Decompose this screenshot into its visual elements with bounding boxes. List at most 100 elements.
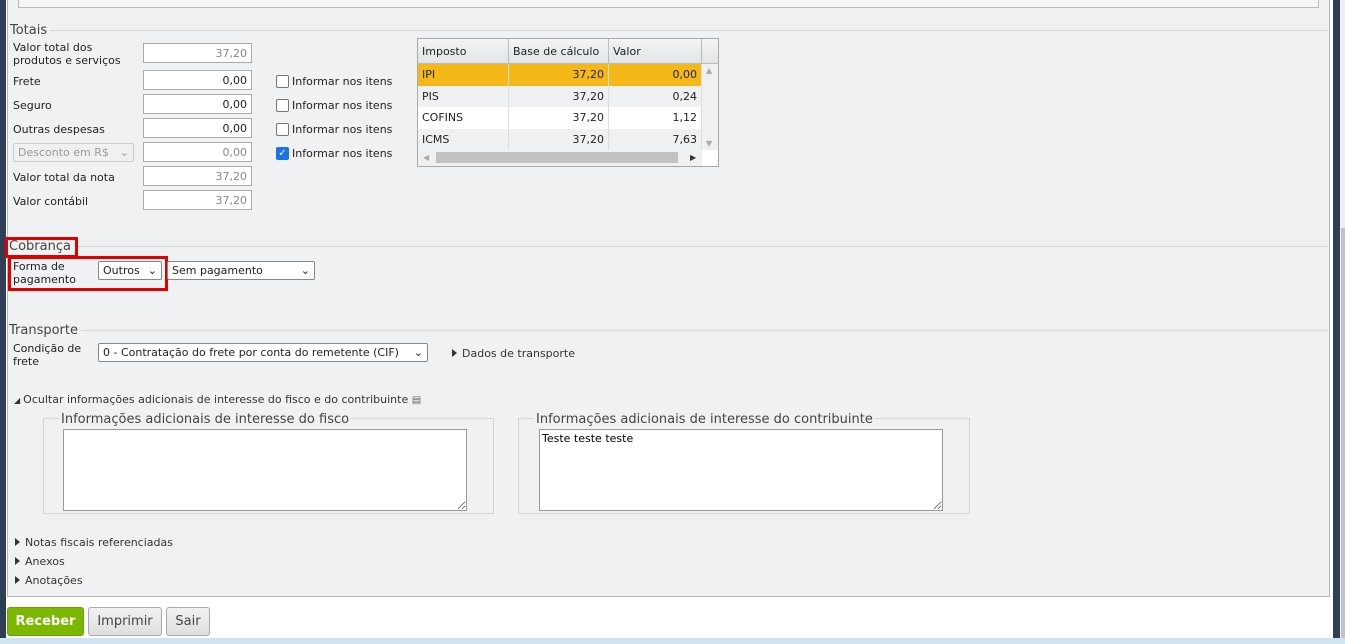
ocultar-info-toggle[interactable]: ◢ Ocultar informações adicionais de inter…: [14, 393, 421, 406]
cell: ICMS: [418, 128, 509, 150]
left-frame-edge: [0, 0, 6, 640]
select-value: Sem pagamento: [172, 264, 263, 277]
chevron-down-icon: ⌄: [147, 264, 157, 277]
arrow-left-icon[interactable]: ◀: [423, 153, 429, 162]
bottom-strip: [0, 638, 1345, 644]
checkbox-icon: [276, 99, 289, 112]
cell: 0,24: [609, 85, 702, 107]
anotacoes-toggle[interactable]: Anotações: [15, 574, 83, 587]
valor-total-nota-field[interactable]: [143, 166, 252, 186]
col-valor[interactable]: Valor: [609, 39, 702, 63]
toggle-label: Anexos: [25, 555, 65, 568]
table-vscroll[interactable]: ▲ ▼: [702, 64, 718, 150]
document-icon: ▤: [411, 395, 422, 406]
hscroll-thumb[interactable]: [436, 152, 678, 163]
annotation-highlight: [5, 237, 78, 258]
forma-pagamento-select[interactable]: Outros ⌄: [98, 261, 162, 280]
caret-right-icon: [15, 538, 20, 546]
table-row[interactable]: IPI 37,20 0,00: [418, 64, 718, 86]
seguro-field[interactable]: [143, 94, 252, 114]
checkmark-icon: ✓: [276, 147, 289, 160]
toggle-label: Notas fiscais referenciadas: [25, 536, 173, 549]
tax-table: Imposto Base de cálculo Valor IPI 37,20 0,…: [417, 38, 719, 167]
fisco-textarea[interactable]: [63, 429, 467, 511]
label-condicao-frete: Condição de frete: [13, 342, 82, 368]
caret-right-icon: [15, 557, 20, 565]
pagamento-select[interactable]: Sem pagamento ⌄: [167, 261, 315, 280]
label-valor-contabil: Valor contábil: [13, 195, 89, 208]
cell: IPI: [418, 64, 509, 86]
scrollbar-thumb[interactable]: [1341, 228, 1345, 638]
desconto-type-select[interactable]: Desconto em R$ ⌄: [13, 143, 134, 162]
checkbox-icon: [276, 123, 289, 136]
section-title-totais: Totais: [10, 23, 51, 38]
desconto-informar-checkbox[interactable]: ✓ Informar nos itens: [276, 147, 392, 160]
frete-informar-checkbox[interactable]: Informar nos itens: [276, 75, 392, 88]
right-frame-edge: [1333, 0, 1340, 640]
caret-right-icon: [15, 576, 20, 584]
select-value: 0 - Contratação do frete por conta do re…: [103, 346, 399, 359]
outras-despesas-field[interactable]: [143, 118, 252, 138]
select-value: Outros: [103, 264, 140, 277]
cell: 37,20: [509, 85, 609, 107]
dados-transporte-link[interactable]: Dados de transporte: [452, 347, 575, 360]
table-row[interactable]: COFINS 37,20 1,12: [418, 107, 718, 129]
cell: 1,12: [609, 107, 702, 129]
valor-produtos-field[interactable]: [143, 43, 252, 63]
toggle-label: Anotações: [25, 574, 83, 587]
arrow-right-icon[interactable]: ▶: [690, 153, 696, 162]
section-title-transporte: Transporte: [9, 323, 81, 338]
anexos-toggle[interactable]: Anexos: [15, 555, 65, 568]
frete-field[interactable]: [143, 70, 252, 90]
table-row[interactable]: PIS 37,20 0,24: [418, 85, 718, 107]
col-imposto[interactable]: Imposto: [418, 39, 509, 63]
table-hscroll[interactable]: ◀ ▶: [418, 150, 702, 166]
label-seguro: Seguro: [13, 99, 52, 112]
divider: [10, 330, 1328, 331]
notas-referenciadas-toggle[interactable]: Notas fiscais referenciadas: [15, 536, 173, 549]
cell: COFINS: [418, 107, 509, 129]
table-row[interactable]: ICMS 37,20 7,63: [418, 128, 718, 150]
label-frete: Frete: [13, 75, 41, 88]
desconto-field[interactable]: [143, 142, 252, 162]
chevron-down-icon: ⌄: [119, 146, 129, 159]
checkbox-label: Informar nos itens: [292, 99, 393, 112]
receber-button[interactable]: Receber: [7, 607, 84, 636]
checkbox-label: Informar nos itens: [292, 123, 393, 136]
cell: PIS: [418, 85, 509, 107]
checkbox-label: Informar nos itens: [292, 75, 393, 88]
sair-button[interactable]: Sair: [166, 607, 210, 636]
chevron-down-icon: ⌄: [300, 264, 310, 277]
table-header: Imposto Base de cálculo Valor: [418, 39, 718, 64]
divider: [10, 246, 1328, 247]
arrow-up-icon[interactable]: ▲: [706, 66, 712, 75]
chevron-down-icon: ⌄: [413, 346, 423, 359]
col-base[interactable]: Base de cálculo: [509, 39, 609, 63]
caret-down-icon: ◢: [14, 396, 21, 405]
cell: 37,20: [509, 64, 609, 86]
cell: 37,20: [509, 107, 609, 129]
caret-right-icon: [452, 349, 457, 357]
outras-informar-checkbox[interactable]: Informar nos itens: [276, 123, 392, 136]
contribuinte-title: Informações adicionais de interesse do c…: [534, 412, 875, 427]
select-value: Desconto em R$: [18, 146, 109, 159]
label-valor-produtos: Valor total dos produtos e serviços: [13, 41, 121, 67]
link-label: Dados de transporte: [462, 347, 575, 360]
seguro-informar-checkbox[interactable]: Informar nos itens: [276, 99, 392, 112]
toggle-label: Ocultar informações adicionais de intere…: [23, 393, 409, 406]
label-valor-total-nota: Valor total da nota: [13, 171, 115, 184]
contribuinte-textarea[interactable]: Teste teste teste: [539, 429, 943, 511]
checkbox-label: Informar nos itens: [292, 147, 393, 160]
label-forma-pagamento: Forma de pagamento: [13, 260, 76, 286]
cell: 7,63: [609, 128, 702, 150]
previous-section-box: [18, 0, 1319, 8]
fisco-title: Informações adicionais de interesse do f…: [59, 412, 352, 427]
cell: 0,00: [609, 64, 702, 86]
imprimir-button[interactable]: Imprimir: [88, 607, 162, 636]
divider: [10, 30, 1328, 31]
label-outras-despesas: Outras despesas: [13, 123, 105, 136]
valor-contabil-field[interactable]: [143, 190, 252, 210]
condicao-frete-select[interactable]: 0 - Contratação do frete por conta do re…: [98, 343, 428, 362]
cell: 37,20: [509, 128, 609, 150]
arrow-down-icon[interactable]: ▼: [706, 139, 712, 148]
